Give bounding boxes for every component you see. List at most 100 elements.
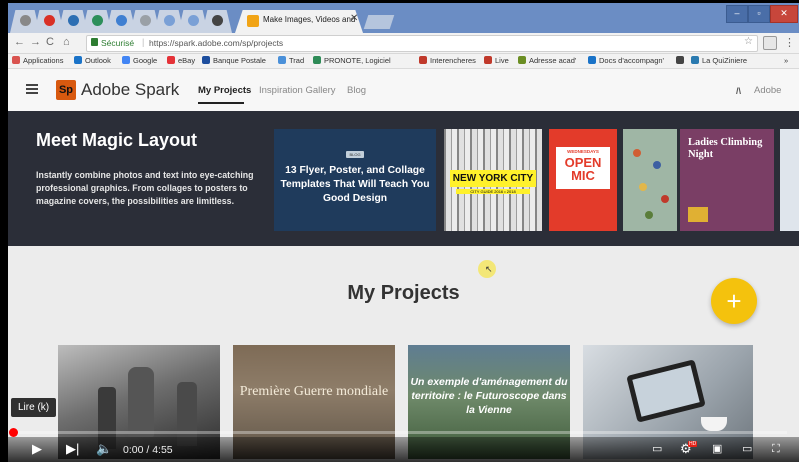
spark-logo-icon[interactable]: Sp xyxy=(56,80,76,100)
new-tab-button[interactable] xyxy=(363,15,395,29)
fullscreen-icon[interactable]: ⛶ xyxy=(772,442,780,456)
forward-icon[interactable]: → xyxy=(30,36,41,48)
bookmark-label: Trad xyxy=(289,56,305,65)
bookmark-banque-postale[interactable]: Banque Postale xyxy=(202,56,266,65)
back-icon[interactable]: ← xyxy=(14,36,25,48)
menu-dots-icon[interactable]: ⋮ xyxy=(784,36,795,49)
bookmark-docs[interactable]: Docs d'accompagn' xyxy=(588,56,664,65)
banner-card-blog[interactable]: BLOG 13 Flyer, Poster, and Collage Templ… xyxy=(274,129,436,231)
ebay-icon xyxy=(167,56,175,64)
projects-section: ↖ My Projects + Première Guerre mondiale… xyxy=(8,246,799,462)
tab-title: Make Images, Videos and xyxy=(263,15,356,24)
bookmark-label: Banque Postale xyxy=(213,56,266,65)
tab-9[interactable] xyxy=(202,10,232,33)
play-tooltip: Lire (k) xyxy=(11,398,57,417)
translate-icon xyxy=(278,56,286,64)
bookmark-quiziniere[interactable]: La QuiZiniere xyxy=(691,56,747,65)
hamburger-menu-icon[interactable] xyxy=(26,84,38,94)
miniplayer-icon[interactable]: ▣ xyxy=(712,442,722,456)
next-icon[interactable]: ▶| xyxy=(66,442,79,456)
bookmark-label: Interencheres xyxy=(430,56,476,65)
spark-header: Sp Adobe Spark My Projects Inspiration G… xyxy=(8,69,799,111)
bookmark-ebay[interactable]: eBay xyxy=(167,56,195,65)
tab-favicon-icon xyxy=(20,15,31,26)
bookmark-adresse-acad[interactable]: Adresse acad' xyxy=(518,56,576,65)
bookmarks-overflow-icon[interactable]: » xyxy=(784,56,788,65)
bookmark-live[interactable]: Live xyxy=(484,56,509,65)
url-field[interactable]: Sécurisé | https://spark.adobe.com/sp/pr… xyxy=(86,35,758,52)
subtitles-icon[interactable]: ▭ xyxy=(652,442,662,456)
card-text: 13 Flyer, Poster, and Collage Templates … xyxy=(280,165,430,204)
apps-grid-icon xyxy=(12,56,20,64)
banner-card-open-mic[interactable]: WEDNESDAYS OPEN MIC xyxy=(549,129,617,231)
progress-fill xyxy=(9,428,18,437)
blog-tag: BLOG xyxy=(346,151,364,158)
tab-favicon-icon xyxy=(212,15,223,26)
progress-bar[interactable] xyxy=(9,428,787,437)
address-bar: ← → C ⌂ Sécurisé | https://spark.adobe.c… xyxy=(8,33,799,54)
tab-favicon-icon xyxy=(68,15,79,26)
scrubber-handle[interactable] xyxy=(9,428,18,437)
card-text: NEW YORK CITY xyxy=(450,170,536,187)
card-text: Ladies Climbing Night xyxy=(688,137,763,160)
add-project-button[interactable]: + xyxy=(711,278,757,324)
tab-close-icon[interactable]: ✕ xyxy=(350,13,358,24)
reload-icon[interactable]: C xyxy=(46,36,54,48)
bookmark-label: Outlook xyxy=(85,56,111,65)
banner-title: Meet Magic Layout xyxy=(36,130,198,150)
pronote-icon xyxy=(313,56,321,64)
google-icon xyxy=(122,56,130,64)
url-separator: | xyxy=(142,37,145,47)
card-accent-block xyxy=(688,207,708,222)
quiz-icon xyxy=(691,56,699,64)
volume-icon[interactable]: 🔈 xyxy=(96,442,112,456)
magic-layout-banner: Meet Magic Layout Instantly combine phot… xyxy=(8,111,799,246)
nav-inspiration-gallery[interactable]: Inspiration Gallery xyxy=(259,85,336,96)
spark-favicon-icon xyxy=(247,15,259,27)
tablet-image xyxy=(626,359,706,423)
adobe-logo-icon: /\ xyxy=(736,86,742,96)
banner-card-ladies-climbing[interactable]: Ladies Climbing Night xyxy=(680,129,774,231)
hd-badge: HD xyxy=(688,441,698,447)
banner-card-partial[interactable] xyxy=(780,129,799,231)
mouse-cursor-highlight: ↖ xyxy=(478,260,496,278)
extension-icon[interactable] xyxy=(763,36,777,50)
nav-my-projects[interactable]: My Projects xyxy=(198,85,251,96)
coffee-cup-image xyxy=(701,417,727,431)
tab-favicon-icon xyxy=(140,15,151,26)
bookmark-interencheres[interactable]: Interencheres xyxy=(419,56,476,65)
banner-card-climber[interactable] xyxy=(623,129,677,231)
bookmarks-bar: Applications Outlook Google eBay Banque … xyxy=(8,54,799,69)
card-big-text: OPEN MIC xyxy=(564,155,602,183)
brand-name[interactable]: Adobe Spark xyxy=(81,80,179,100)
gmail-icon xyxy=(44,15,55,26)
lock-icon xyxy=(91,38,98,46)
banner-description: Instantly combine photos and text into e… xyxy=(36,170,254,206)
close-window-button[interactable]: ✕ xyxy=(770,5,798,23)
bookmark-trad[interactable]: Trad xyxy=(278,56,304,65)
bookmark-pronote[interactable]: PRONOTE, Logiciel xyxy=(313,56,391,65)
bookmark-label: eBay xyxy=(178,56,196,65)
player-controls: ▶ ▶| 🔈 0:00 / 4:55 ▭ ⚙ HD ▣ ▭ ⛶ xyxy=(0,437,799,462)
banner-card-nyc[interactable]: NEW YORK CITY CITY GUIDE 2016 • 2018 xyxy=(444,129,542,231)
bookmark-label: Live xyxy=(495,56,509,65)
nav-blog[interactable]: Blog xyxy=(347,85,366,96)
tab-active[interactable]: Make Images, Videos and ✕ xyxy=(235,10,363,33)
bookmark-google[interactable]: Google xyxy=(122,56,157,65)
active-nav-underline xyxy=(198,102,244,104)
home-icon[interactable]: ⌂ xyxy=(63,36,70,48)
card-small-text: WEDNESDAYS xyxy=(567,149,599,154)
bookmark-applications[interactable]: Applications xyxy=(12,56,63,65)
tab-favicon-icon xyxy=(92,15,103,26)
maximize-button[interactable]: ▫ xyxy=(748,5,770,23)
play-icon[interactable]: ▶ xyxy=(32,442,42,456)
minimize-button[interactable]: – xyxy=(726,5,748,23)
theater-mode-icon[interactable]: ▭ xyxy=(742,442,752,456)
bookmark-star-icon[interactable]: ☆ xyxy=(744,36,753,47)
bookmark-outlook[interactable]: Outlook xyxy=(74,56,111,65)
bookmark-badge[interactable] xyxy=(676,56,687,65)
adobe-label[interactable]: Adobe xyxy=(754,85,781,96)
bank-icon xyxy=(202,56,210,64)
bookmark-label: Docs d'accompagn' xyxy=(599,56,664,65)
tab-favicon-icon xyxy=(164,15,175,26)
